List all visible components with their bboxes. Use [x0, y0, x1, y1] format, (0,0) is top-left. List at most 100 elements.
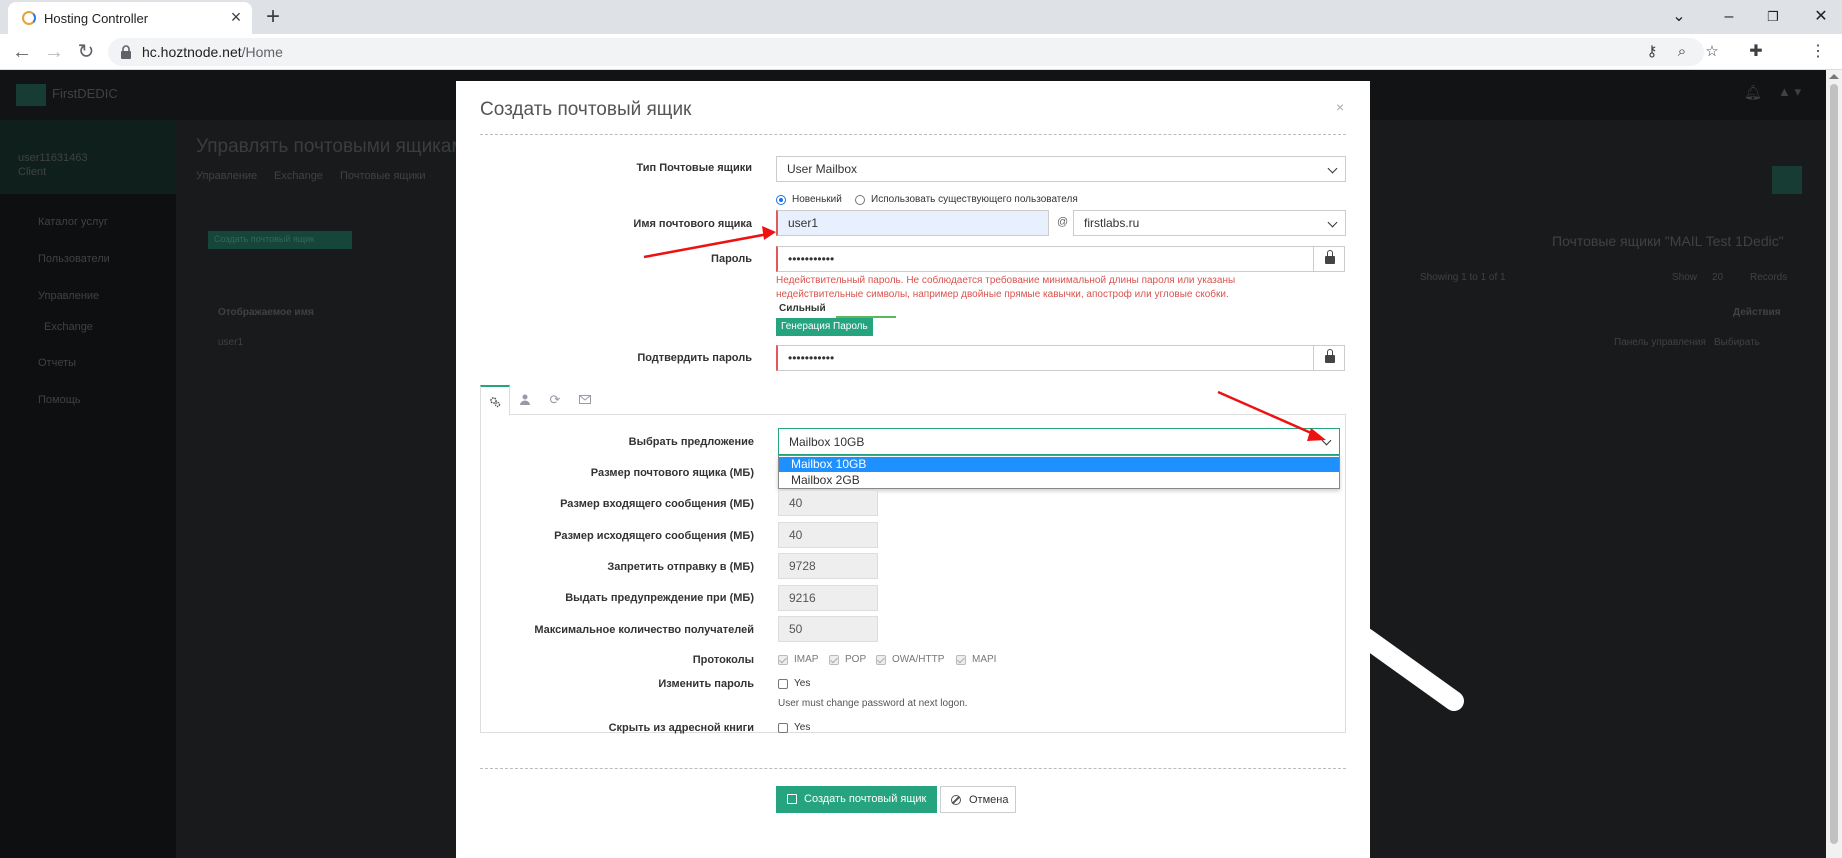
- max-recipients-label: Максимальное количество получателей: [534, 624, 754, 636]
- sidebar-item-help: Помощь: [38, 394, 81, 406]
- password-lock-addon: [1313, 246, 1345, 272]
- chevron-down-icon: [1321, 435, 1332, 446]
- tab-mail[interactable]: [570, 385, 600, 415]
- sidebar-item-catalog: Каталог услуг: [38, 216, 108, 228]
- hide-address-book-label: Скрыть из адресной книги: [608, 722, 754, 734]
- warning-at-input[interactable]: 9216: [778, 585, 878, 611]
- hide-address-book-yes: Yes: [794, 722, 811, 733]
- mailbox-type-label: Тип Почтовые ящики: [636, 162, 752, 174]
- prohibit-send-label: Запретить отправку в (МБ): [607, 561, 754, 573]
- window-close-icon[interactable]: ✕: [1806, 4, 1836, 30]
- mailbox-size-label: Размер почтового ящика (МБ): [590, 467, 754, 479]
- divider: [480, 768, 1346, 769]
- breadcrumb-item: Почтовые ящики: [340, 170, 426, 182]
- breadcrumb-item: Exchange: [274, 170, 323, 182]
- change-password-yes: Yes: [794, 678, 811, 689]
- dialog-close-icon[interactable]: ×: [1336, 99, 1344, 115]
- new-user-radio[interactable]: [776, 195, 786, 205]
- pop-checkbox[interactable]: [829, 655, 839, 665]
- chevron-down-icon: [1327, 217, 1338, 228]
- address-bar: ← → ↻ hc.hoztnode.net/Home ⚷ ⌕ ☆ ✚ ⋮: [0, 34, 1842, 70]
- brand-logo: FirstDEDIC: [52, 86, 118, 101]
- incoming-size-label: Размер входящего сообщения (МБ): [560, 498, 754, 510]
- secure-lock-icon[interactable]: [118, 44, 134, 60]
- sidebar: [0, 120, 176, 858]
- warning-at-label: Выдать предупреждение при (МБ): [565, 592, 754, 604]
- domain-select[interactable]: firstlabs.ru: [1073, 210, 1346, 236]
- offer-label: Выбрать предложение: [628, 436, 754, 448]
- existing-user-label: Использовать существующего пользователя: [871, 194, 1078, 205]
- browser-tab-bar: Hosting Controller × + ⌄ – ❐ ✕: [0, 0, 1842, 34]
- padlock-icon: [1325, 349, 1335, 363]
- password-error-text: Недействительный пароль. Не соблюдается …: [776, 275, 1236, 300]
- at-sign: @: [1057, 216, 1069, 228]
- minimize-icon[interactable]: –: [1714, 4, 1744, 30]
- incoming-size-input[interactable]: 40: [778, 490, 878, 516]
- forward-arrow-icon[interactable]: →: [42, 40, 66, 64]
- change-password-hint: User must change password at next logon.: [778, 698, 968, 709]
- tab-sync[interactable]: ⟳: [540, 385, 570, 415]
- tab-user[interactable]: [510, 385, 540, 415]
- page-scrollbar[interactable]: [1826, 70, 1842, 858]
- change-password-label: Изменить пароль: [658, 678, 754, 690]
- tab-title: Hosting Controller: [44, 11, 149, 26]
- existing-user-radio[interactable]: [855, 195, 865, 205]
- sidebar-item-exchange: Exchange: [44, 321, 93, 333]
- zoom-icon[interactable]: ⌕: [1672, 42, 1692, 62]
- envelope-icon: [579, 395, 591, 404]
- mailbox-type-select[interactable]: User Mailbox: [776, 156, 1346, 182]
- tab-search-chevron-icon[interactable]: ⌄: [1664, 4, 1694, 30]
- search-icon: [1772, 166, 1802, 194]
- outgoing-size-input[interactable]: 40: [778, 522, 878, 548]
- mailbox-name-input[interactable]: user1: [776, 210, 1049, 236]
- bookmark-star-icon[interactable]: ☆: [1702, 42, 1722, 62]
- password-input[interactable]: •••••••••••: [776, 246, 1314, 272]
- scroll-thumb[interactable]: [1830, 84, 1838, 844]
- mailbox-name-label: Имя почтового ящика: [633, 218, 752, 230]
- ban-icon: [951, 795, 961, 805]
- chevron-down-icon: [1327, 163, 1338, 174]
- extensions-puzzle-icon[interactable]: ✚: [1744, 40, 1768, 64]
- dialog-title: Создать почтовый ящик: [480, 99, 692, 120]
- imap-checkbox[interactable]: [778, 655, 788, 665]
- outgoing-size-label: Размер исходящего сообщения (МБ): [554, 530, 754, 542]
- offer-select[interactable]: Mailbox 10GB: [778, 428, 1340, 455]
- cogs-icon: [490, 397, 501, 408]
- password-strength-text: Сильный: [779, 303, 826, 314]
- reload-icon[interactable]: ↻: [74, 40, 98, 64]
- offer-dropdown-list: Mailbox 10GB Mailbox 2GB: [778, 455, 1340, 489]
- offer-option[interactable]: Mailbox 10GB: [779, 457, 1339, 472]
- key-icon[interactable]: ⚷: [1642, 42, 1662, 62]
- protocols-label: Протоколы: [692, 654, 754, 666]
- create-mailbox-button[interactable]: Создать почтовый ящик: [776, 786, 937, 813]
- breadcrumb-item: Управление: [196, 170, 258, 182]
- save-icon: [787, 794, 797, 804]
- cancel-button[interactable]: Отмена: [940, 786, 1016, 813]
- restore-icon[interactable]: ❐: [1758, 4, 1788, 30]
- tab-settings[interactable]: [480, 385, 510, 416]
- mapi-checkbox[interactable]: [956, 655, 966, 665]
- browser-menu-icon[interactable]: ⋮: [1806, 40, 1830, 64]
- browser-tab[interactable]: Hosting Controller ×: [8, 2, 252, 34]
- back-arrow-icon[interactable]: ←: [10, 40, 34, 64]
- generate-password-button[interactable]: Генерация Пароль: [776, 318, 873, 336]
- hide-address-book-checkbox[interactable]: [778, 723, 788, 733]
- sidebar-user: user11631463 Client: [0, 120, 176, 194]
- offer-option[interactable]: Mailbox 2GB: [779, 473, 1339, 488]
- new-tab-icon[interactable]: +: [260, 4, 286, 30]
- confirm-password-input[interactable]: •••••••••••: [776, 345, 1314, 371]
- owa-checkbox[interactable]: [876, 655, 886, 665]
- change-password-checkbox[interactable]: [778, 679, 788, 689]
- url-field[interactable]: hc.hoztnode.net/Home ⚷ ⌕ ☆: [108, 38, 1719, 66]
- password-label: Пароль: [711, 253, 752, 265]
- menu-toggle-icon: [16, 84, 46, 106]
- scroll-up-icon[interactable]: [1829, 74, 1839, 79]
- tab-close-icon[interactable]: ×: [226, 7, 246, 27]
- refresh-icon: ⟳: [549, 392, 561, 407]
- mapi-label: MAPI: [972, 654, 997, 665]
- page-title: Управлять почтовыми ящиками: [196, 136, 476, 157]
- prohibit-send-input[interactable]: 9728: [778, 553, 878, 579]
- owa-label: OWA/HTTP: [892, 654, 945, 665]
- max-recipients-input[interactable]: 50: [778, 616, 878, 642]
- pop-label: POP: [845, 654, 867, 665]
